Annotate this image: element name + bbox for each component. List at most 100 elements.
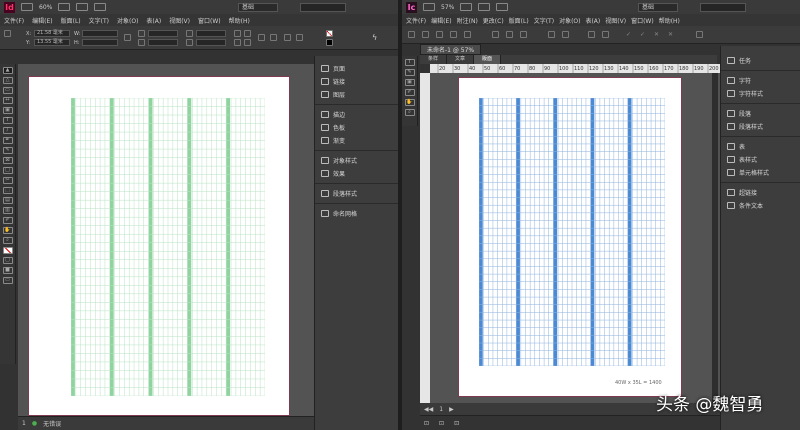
type-tool-icon[interactable]: T	[2, 117, 13, 124]
scissors-tool-icon[interactable]: ✂	[2, 177, 13, 184]
shear-icon[interactable]	[186, 39, 193, 46]
panel-item-effects[interactable]: 效果	[315, 167, 398, 180]
menu-item[interactable]: 附注(N)	[457, 16, 478, 25]
vertical-ruler[interactable]	[420, 73, 430, 403]
view-options-icon[interactable]	[58, 3, 71, 11]
stroke-swatch-icon[interactable]	[326, 39, 333, 46]
zoom-tool-icon[interactable]: ⌕	[404, 109, 415, 116]
fill-stroke-icon[interactable]	[2, 247, 13, 254]
panel-item-conditional-text[interactable]: 条件文本	[721, 199, 800, 212]
menu-item[interactable]: 编辑(E)	[32, 16, 52, 25]
reject-all-icon[interactable]: ✕	[668, 31, 675, 38]
view-tab[interactable]: 版面	[474, 55, 502, 64]
accept-all-icon[interactable]: ✓	[640, 31, 647, 38]
spelling-icon[interactable]	[464, 31, 471, 38]
panel-item-paragraph-styles[interactable]: 段落样式	[315, 187, 398, 200]
menu-item[interactable]: 文件(F)	[406, 16, 426, 25]
layout-canvas[interactable]: 40W x 35L = 1400	[430, 73, 720, 403]
workspace-switcher[interactable]: 基础	[238, 3, 278, 12]
power-icon[interactable]	[548, 31, 555, 38]
arrange-docs-icon[interactable]	[496, 3, 509, 11]
panel-item-gradient[interactable]: 渐变	[315, 134, 398, 147]
fill-swatch-icon[interactable]	[326, 30, 333, 37]
screen-mode-tool-icon[interactable]: ▭	[2, 277, 13, 284]
page-number[interactable]: 1	[439, 406, 443, 413]
panel-item-table-styles[interactable]: 表样式	[721, 153, 800, 166]
find-icon[interactable]	[450, 31, 457, 38]
menu-item[interactable]: 文字(T)	[534, 16, 554, 25]
zoom-tool-icon[interactable]: ⌕	[2, 237, 13, 244]
first-page-icon[interactable]: ◀◀	[424, 406, 433, 413]
panel-item-table[interactable]: 表	[721, 140, 800, 153]
menu-item[interactable]: 帮助(H)	[229, 16, 250, 25]
menu-item[interactable]: 窗口(W)	[631, 16, 654, 25]
eyedropper-tool-icon[interactable]: ✐	[2, 217, 13, 224]
undo-icon[interactable]	[492, 31, 499, 38]
menu-item[interactable]: 帮助(H)	[659, 16, 680, 25]
menu-item[interactable]: 编辑(E)	[431, 16, 451, 25]
gradient-tool-icon[interactable]: ▤	[2, 197, 13, 204]
workspace-switcher[interactable]: 基础	[638, 3, 678, 12]
apply-color-icon[interactable]: ■	[2, 267, 13, 274]
arrange-docs-icon[interactable]	[94, 3, 107, 11]
frame-grid[interactable]	[479, 98, 665, 366]
lightning-icon[interactable]: ϟ	[372, 34, 379, 42]
scale-y-field[interactable]	[148, 39, 178, 46]
hand-tool-icon[interactable]: ✋	[2, 227, 13, 234]
pen-tool-icon[interactable]: ✒	[2, 137, 13, 144]
shear-field[interactable]	[196, 39, 226, 46]
panel-item-named-grid[interactable]: 命名网格	[315, 207, 398, 220]
menu-item[interactable]: 文字(T)	[89, 16, 109, 25]
menu-item[interactable]: 视图(V)	[169, 16, 190, 25]
panel-item-object-styles[interactable]: 对象样式	[315, 154, 398, 167]
frame-grid[interactable]	[71, 98, 265, 396]
screen-mode-icon[interactable]	[478, 3, 491, 11]
menu-item[interactable]: 表(A)	[146, 16, 161, 25]
new-note-icon[interactable]	[408, 31, 415, 38]
menu-item[interactable]: 版面(L)	[61, 16, 81, 25]
content-collector-icon[interactable]: ▣	[2, 107, 13, 114]
panel-item-cell-styles[interactable]: 单元格样式	[721, 166, 800, 179]
scale-x-icon[interactable]	[138, 30, 145, 37]
check-in-icon[interactable]	[696, 31, 703, 38]
menu-item[interactable]: 表(A)	[585, 16, 600, 25]
redo-icon[interactable]	[506, 31, 513, 38]
x-field[interactable]: 21.58 毫米	[34, 30, 70, 37]
h-field[interactable]	[82, 39, 118, 46]
save-icon[interactable]	[422, 31, 429, 38]
menu-item[interactable]: 对象(O)	[559, 16, 580, 25]
rotate-icon[interactable]	[186, 30, 193, 37]
visibility-icon[interactable]	[562, 31, 569, 38]
menu-item[interactable]: 版面(L)	[509, 16, 529, 25]
scale-y-icon[interactable]	[138, 39, 145, 46]
rotate-field[interactable]	[196, 30, 226, 37]
view-tab[interactable]: 条样	[420, 55, 448, 64]
menu-item[interactable]: 窗口(W)	[198, 16, 221, 25]
pencil-tool-icon[interactable]: ✎	[2, 147, 13, 154]
menu-item[interactable]: 视图(V)	[605, 16, 626, 25]
rotate-cw-icon[interactable]	[234, 30, 241, 37]
reference-point-icon[interactable]	[4, 30, 11, 37]
eyedropper-tool-icon[interactable]: ✐	[404, 89, 415, 96]
select-prev-icon[interactable]	[284, 34, 291, 41]
screen-mode-icon[interactable]	[76, 3, 89, 11]
view-tab[interactable]: 文章	[447, 55, 475, 64]
panel-item-stroke[interactable]: 描边	[315, 108, 398, 121]
zoom-select[interactable]: 57%	[441, 4, 454, 11]
select-content-icon[interactable]	[270, 34, 277, 41]
menu-item[interactable]: 对象(O)	[117, 16, 138, 25]
view-options-icon[interactable]	[460, 3, 473, 11]
gap-tool-icon[interactable]: ↔	[2, 97, 13, 104]
hand-tool-icon[interactable]: ✋	[404, 99, 415, 106]
search-input[interactable]	[700, 3, 746, 12]
panel-item-assignments[interactable]: 任务	[721, 54, 800, 67]
panel-item-layers[interactable]: 图层	[315, 88, 398, 101]
note-tool-icon[interactable]: ▥	[2, 207, 13, 214]
document-canvas[interactable]	[18, 64, 314, 416]
y-field[interactable]: 13.55 毫米	[34, 39, 70, 46]
horizontal-ruler[interactable]: 20 30 40 50 60 70 80 90 100 110 120 130 140 150 160 170…	[430, 64, 720, 73]
next-page-icon[interactable]: ▶	[449, 406, 454, 413]
constrain-link-icon[interactable]	[124, 34, 131, 41]
print-icon[interactable]	[436, 31, 443, 38]
page-number[interactable]: 1	[22, 420, 26, 427]
